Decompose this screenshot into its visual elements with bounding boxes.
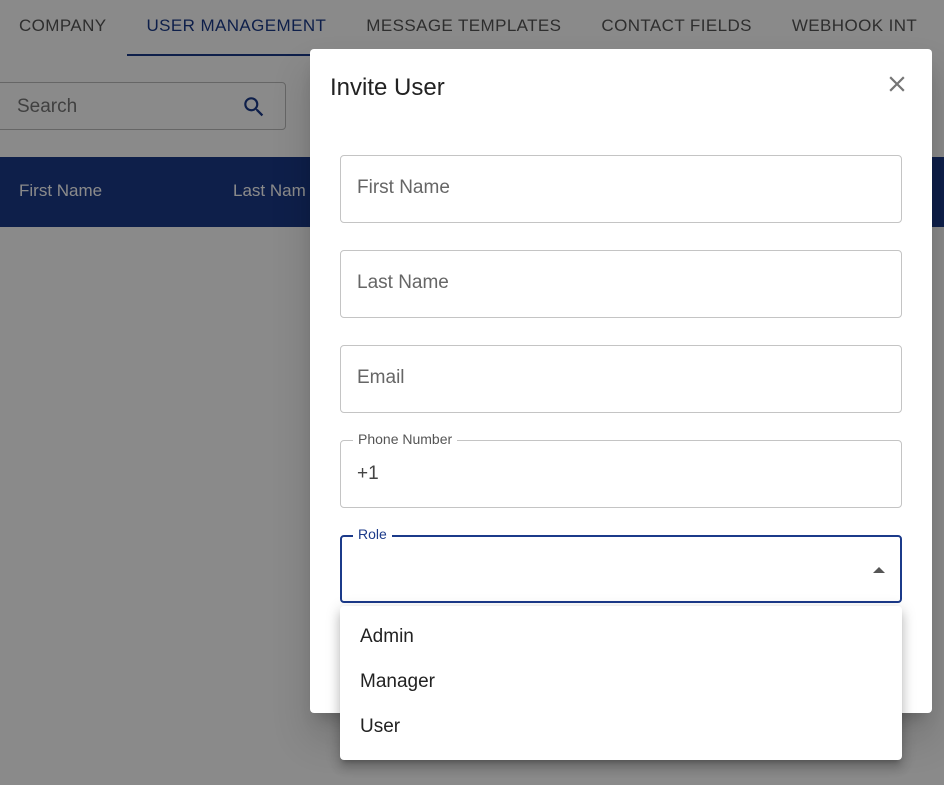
role-label: Role <box>353 526 392 542</box>
last-name-placeholder: Last Name <box>357 272 449 293</box>
email-field[interactable]: Email <box>340 345 902 413</box>
role-option-user[interactable]: User <box>340 704 902 749</box>
first-name-placeholder: First Name <box>357 177 450 198</box>
phone-number-value: +1 <box>357 463 379 484</box>
first-name-field[interactable]: First Name <box>340 155 902 223</box>
dialog-title: Invite User <box>330 74 445 101</box>
caret-up-icon[interactable] <box>873 567 885 573</box>
email-placeholder: Email <box>357 367 405 388</box>
last-name-field[interactable]: Last Name <box>340 250 902 318</box>
role-options-menu: Admin Manager User <box>340 606 902 760</box>
phone-number-field[interactable]: Phone Number +1 <box>340 431 902 508</box>
role-select[interactable]: Role <box>340 526 902 603</box>
role-option-admin[interactable]: Admin <box>340 614 902 659</box>
close-icon[interactable] <box>884 71 910 97</box>
role-option-manager[interactable]: Manager <box>340 659 902 704</box>
phone-number-label: Phone Number <box>353 431 458 447</box>
